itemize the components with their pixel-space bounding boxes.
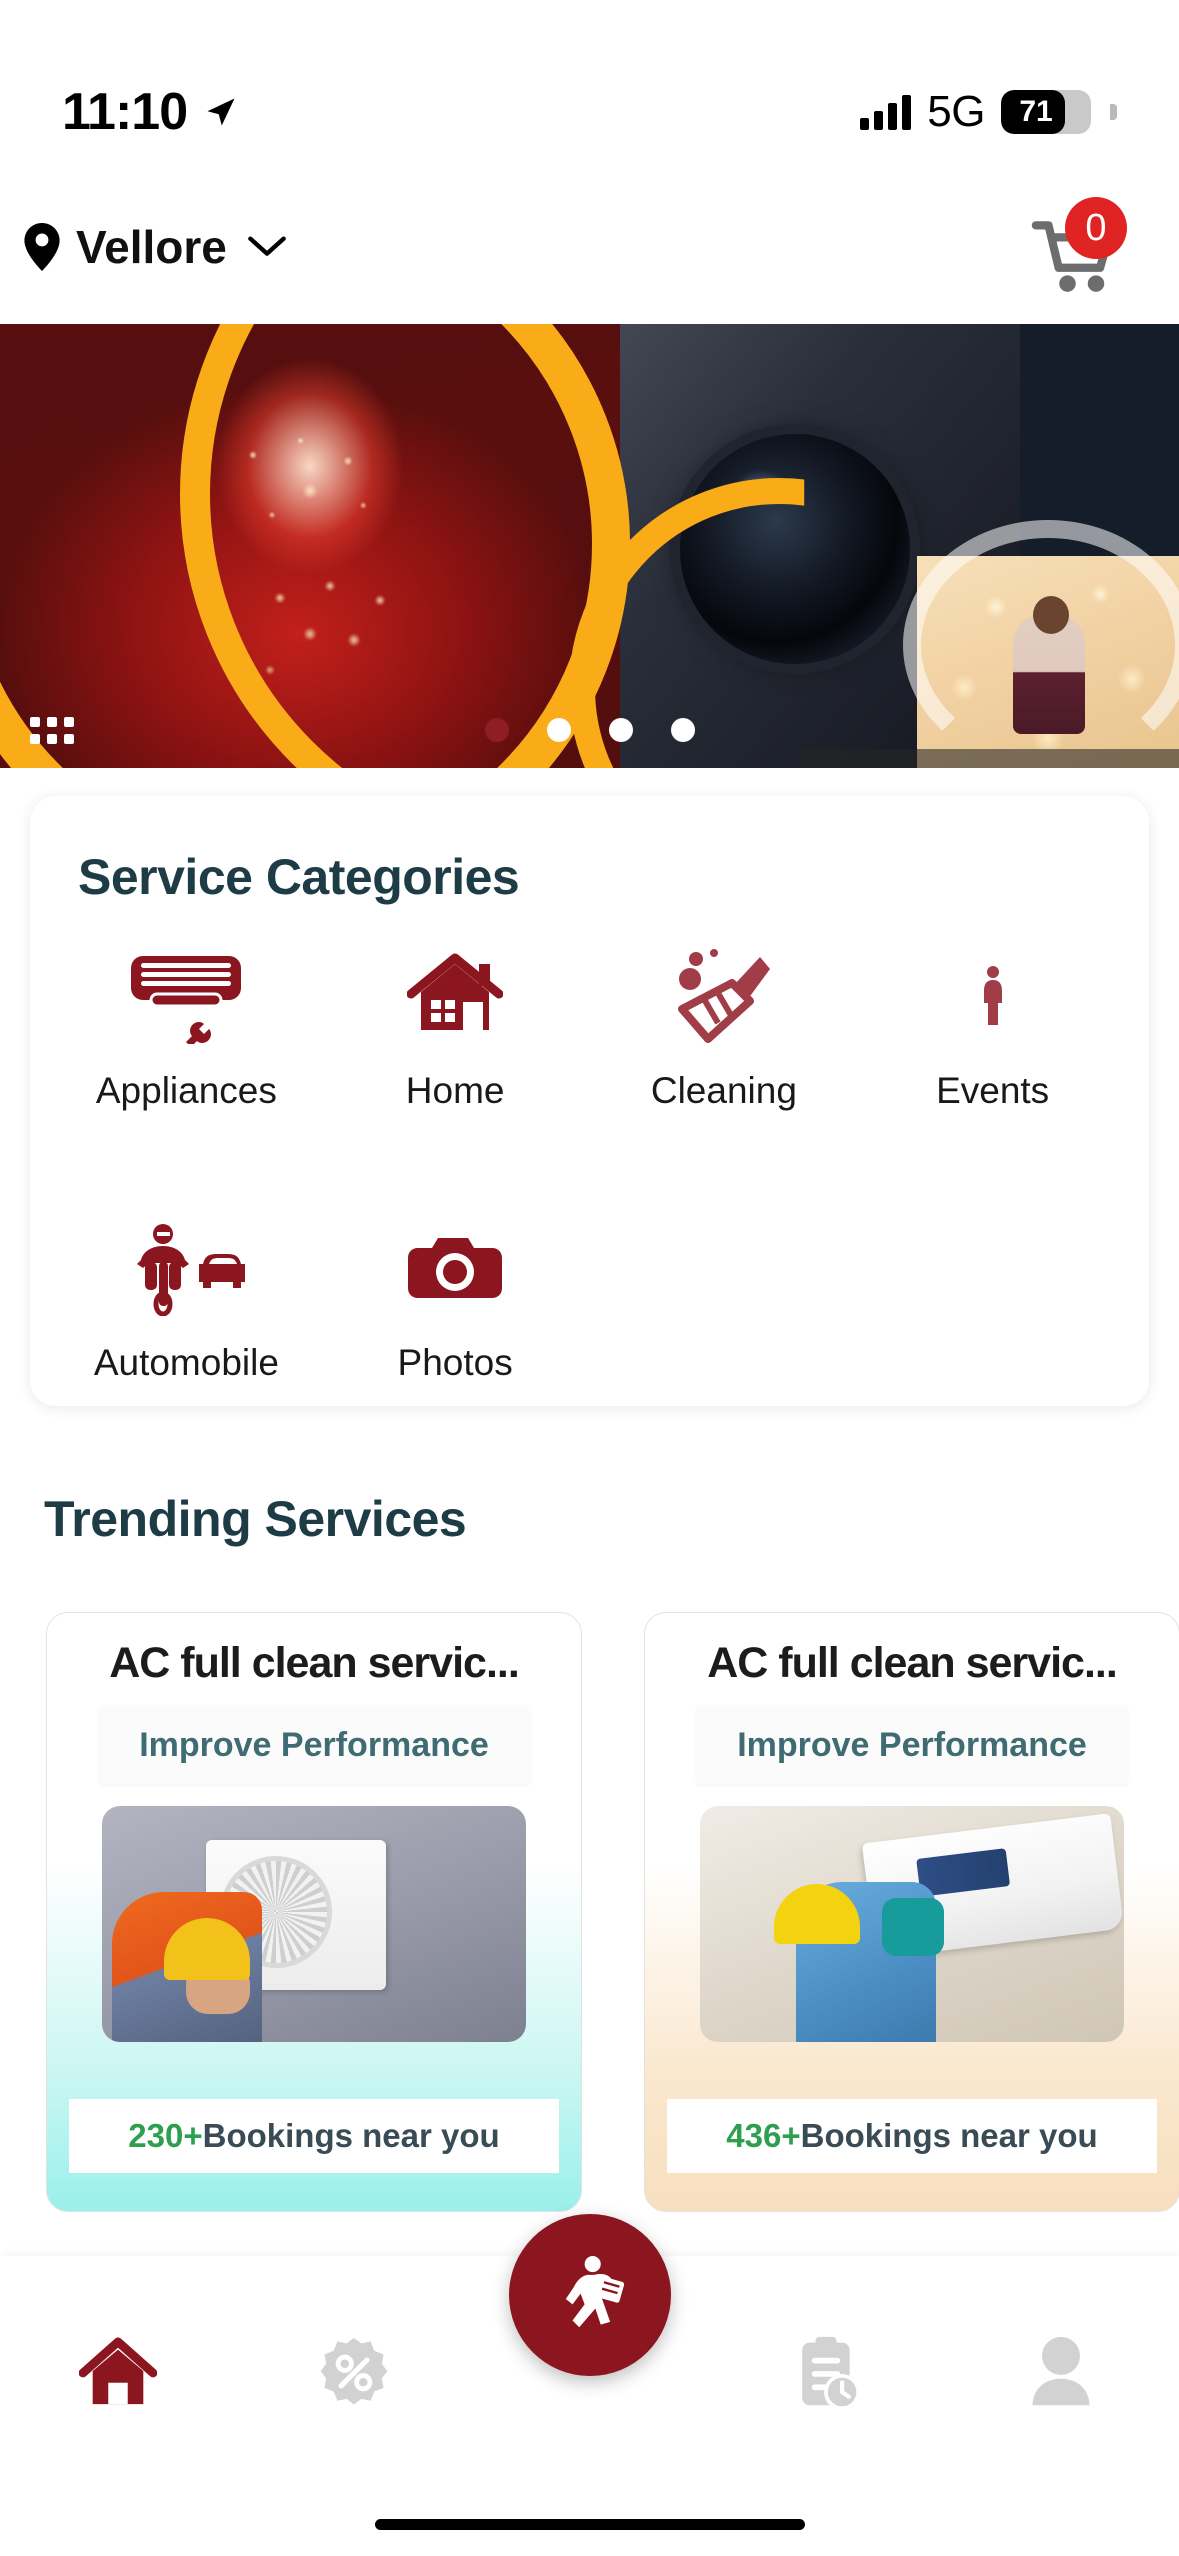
- user-profile-icon: [1032, 2336, 1090, 2406]
- category-home[interactable]: Home: [321, 942, 590, 1112]
- category-placeholder-2: [858, 1214, 1127, 1384]
- battery-cap: [1110, 104, 1117, 120]
- category-events[interactable]: Events: [858, 942, 1127, 1112]
- bookings-count: 230+: [128, 2117, 203, 2154]
- category-label: Events: [936, 1070, 1050, 1111]
- battery-icon: 71: [1001, 90, 1091, 134]
- status-bar-time: 11:10: [62, 83, 188, 141]
- cellular-bars-icon: [860, 94, 912, 130]
- category-automobile[interactable]: Automobile: [52, 1214, 321, 1384]
- nav-item-home[interactable]: [0, 2278, 236, 2468]
- network-label: 5G: [927, 87, 985, 136]
- service-card-image: [700, 1806, 1124, 2042]
- status-bar: 11:10 5G 71: [0, 0, 1179, 170]
- service-card-title: AC full clean servic...: [707, 1639, 1117, 1687]
- promo-banner-carousel[interactable]: Make Your Special Clicks With Us: [0, 324, 1179, 768]
- location-city-label: Vellore: [76, 221, 227, 273]
- map-pin-icon: [24, 223, 60, 271]
- app-header: Vellore 0: [0, 170, 1179, 324]
- home-icon: [78, 2337, 157, 2405]
- service-categories-grid-row1: Appliances Home Cleaning Events: [30, 906, 1149, 1112]
- house-icon: [407, 942, 504, 1050]
- carousel-dot-2[interactable]: [546, 718, 571, 742]
- delivery-runner-icon: [565, 2256, 624, 2328]
- trending-services-list[interactable]: AC full clean servic... Improve Performa…: [46, 1612, 1179, 2212]
- bookings-label: Bookings near you: [202, 2117, 500, 2154]
- bookings-count: 436+: [726, 2117, 801, 2154]
- category-label: Appliances: [95, 1070, 277, 1111]
- clipboard-clock-icon: [802, 2336, 859, 2411]
- service-card-image: [102, 1806, 526, 2042]
- bookings-label: Bookings near you: [800, 2117, 1098, 2154]
- carousel-dot-4[interactable]: [670, 718, 695, 742]
- nav-item-profile[interactable]: [943, 2278, 1179, 2468]
- air-conditioner-wrench-icon: [121, 942, 251, 1050]
- category-label: Automobile: [93, 1342, 279, 1383]
- motorcycle-car-icon: [121, 1214, 251, 1322]
- service-card-bookings: 230+ Bookings near you: [69, 2099, 559, 2173]
- battery-level: 71: [1019, 95, 1053, 128]
- status-bar-right: 5G 71: [860, 87, 1117, 137]
- carousel-dots[interactable]: [0, 718, 1179, 742]
- nav-item-bookings[interactable]: [707, 2278, 943, 2468]
- delivery-runner-fab-button[interactable]: [508, 2214, 671, 2376]
- broom-sparkle-icon: [674, 942, 774, 1050]
- category-placeholder-1: [590, 1214, 859, 1384]
- category-photos[interactable]: Photos: [321, 1214, 590, 1384]
- status-bar-left: 11:10: [62, 82, 239, 142]
- location-arrow-icon: [207, 98, 235, 126]
- category-cleaning[interactable]: Cleaning: [590, 942, 859, 1112]
- service-categories-title: Service Categories: [78, 849, 520, 905]
- service-card-tag: Improve Performance: [697, 1706, 1127, 1784]
- home-indicator: [374, 2519, 805, 2530]
- service-card-title: AC full clean servic...: [109, 1639, 519, 1687]
- category-label: Cleaning: [650, 1070, 797, 1111]
- service-card[interactable]: AC full clean servic... Improve Performa…: [46, 1612, 582, 2212]
- category-appliances[interactable]: Appliances: [52, 942, 321, 1112]
- carousel-dot-1[interactable]: [484, 718, 509, 742]
- cart-button[interactable]: 0: [1023, 197, 1133, 297]
- banner-caption: Make Your Special Clicks With Us: [799, 749, 1179, 768]
- kid-head: [1033, 596, 1069, 634]
- cleaning-blower-tool: [882, 1898, 944, 1956]
- service-categories-card: Service Categories Appliances Home Clean…: [30, 796, 1149, 1406]
- service-card-bookings: 436+ Bookings near you: [667, 2099, 1157, 2173]
- service-categories-grid-row2: Automobile Photos: [30, 1178, 1149, 1384]
- cart-count-badge: 0: [1065, 197, 1127, 259]
- percent-offer-icon: [320, 2337, 387, 2405]
- service-card[interactable]: AC full clean servic... Improve Performa…: [644, 1612, 1179, 2212]
- nav-item-offers[interactable]: [236, 2278, 472, 2468]
- trending-services-title: Trending Services: [44, 1491, 467, 1547]
- chevron-down-icon: [248, 236, 286, 256]
- carousel-dot-3[interactable]: [608, 718, 633, 742]
- category-label: Home: [405, 1070, 505, 1111]
- person-standing-icon: [980, 942, 1006, 1050]
- category-label: Photos: [397, 1342, 513, 1383]
- camera-icon: [406, 1214, 504, 1322]
- location-selector[interactable]: Vellore: [22, 220, 287, 274]
- service-card-tag: Improve Performance: [99, 1706, 529, 1784]
